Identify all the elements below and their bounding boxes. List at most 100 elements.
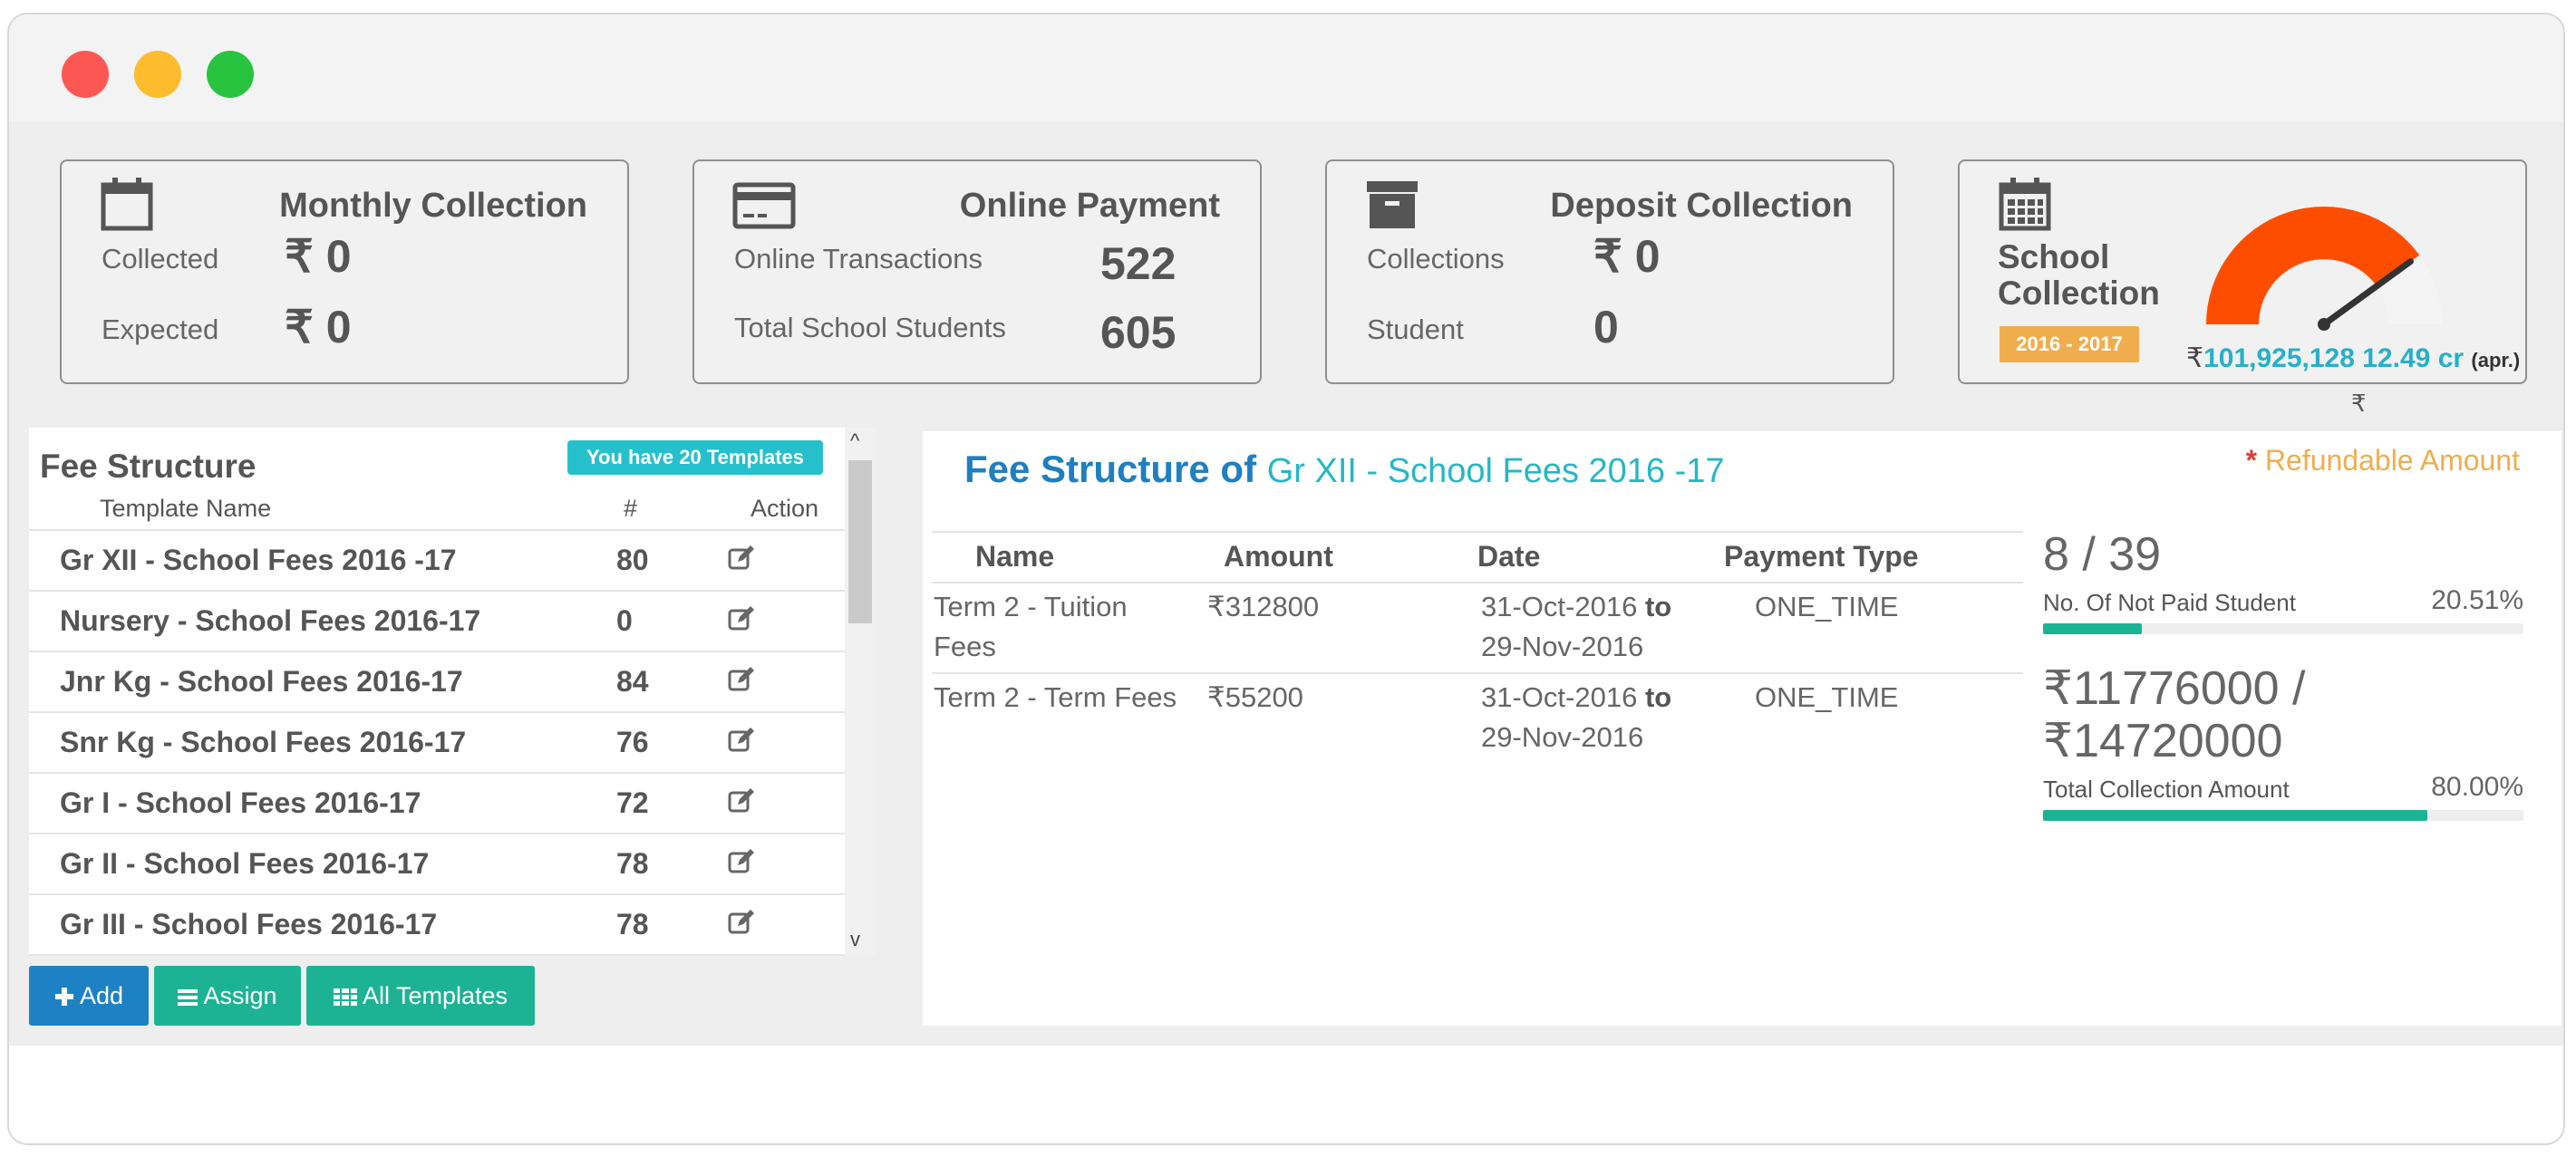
not-paid-progress bbox=[2043, 623, 2523, 634]
not-paid-percent: 20.51% bbox=[2431, 585, 2523, 615]
card-title: Online Payment bbox=[959, 187, 1220, 225]
not-paid-progress-fill bbox=[2043, 623, 2142, 634]
maximize-window-button[interactable] bbox=[207, 51, 254, 98]
minimize-window-button[interactable] bbox=[134, 51, 181, 98]
collection-progress bbox=[2043, 810, 2523, 821]
template-count: 78 bbox=[616, 908, 649, 940]
fees-table-header: Name Amount Date Payment Type bbox=[932, 531, 2023, 583]
add-button[interactable]: Add bbox=[29, 966, 149, 1026]
col-amount: Amount bbox=[1224, 540, 1333, 573]
template-name[interactable]: Gr III - School Fees 2016-17 bbox=[60, 908, 437, 941]
fee-structure-detail-panel: Fee Structure of Gr XII - School Fees 20… bbox=[923, 431, 2561, 1026]
templates-table-header: Template Name # Action bbox=[29, 491, 845, 531]
fee-structure-panel: Fee Structure You have 20 Templates Temp… bbox=[29, 428, 845, 956]
template-row[interactable]: Gr I - School Fees 2016-17 72 bbox=[29, 774, 845, 834]
year-badge: 2016 - 2017 bbox=[2000, 326, 2139, 362]
template-row[interactable]: Gr III - School Fees 2016-17 78 bbox=[29, 895, 845, 956]
edit-icon[interactable] bbox=[727, 847, 756, 876]
collections-value: ₹ 0 bbox=[1593, 231, 1661, 282]
collection-amount-line2: ₹14720000 bbox=[2043, 715, 2283, 767]
fee-date: 31-Oct-2016 to 29-Nov-2016 bbox=[1481, 591, 1672, 662]
fee-amount: ₹55200 bbox=[1207, 681, 1303, 713]
edit-icon[interactable] bbox=[727, 665, 756, 694]
online-payment-card: Online Payment Online Transactions 522 T… bbox=[692, 159, 1262, 384]
col-count: # bbox=[624, 495, 638, 522]
template-count: 80 bbox=[616, 544, 649, 576]
col-payment-type: Payment Type bbox=[1724, 540, 1919, 573]
collection-percent: 80.00% bbox=[2431, 772, 2523, 802]
all-templates-button[interactable]: All Templates bbox=[306, 966, 535, 1026]
col-action: Action bbox=[751, 495, 819, 522]
scroll-thumb[interactable] bbox=[848, 460, 872, 623]
collection-gauge bbox=[2206, 206, 2442, 331]
col-name: Name bbox=[975, 540, 1055, 573]
plus-icon bbox=[54, 988, 73, 1006]
fee-date: 31-Oct-2016 to 29-Nov-2016 bbox=[1481, 681, 1672, 753]
monthly-collection-card: Monthly Collection Collected ₹ 0 Expecte… bbox=[60, 159, 629, 384]
fee-amount: ₹312800 bbox=[1207, 591, 1320, 622]
fee-row: Term 2 - Tuition Fees ₹312800 31-Oct-201… bbox=[932, 583, 2023, 674]
school-collection-card: School Collection 2016 - 2017 ₹101,925,1… bbox=[1958, 159, 2527, 384]
template-row[interactable]: Snr Kg - School Fees 2016-17 76 bbox=[29, 713, 845, 774]
col-template-name: Template Name bbox=[100, 495, 272, 522]
fee-row: Term 2 - Term Fees ₹55200 31-Oct-2016 to… bbox=[932, 674, 2023, 765]
expected-label: Expected bbox=[102, 313, 219, 345]
template-row[interactable]: Jnr Kg - School Fees 2016-17 84 bbox=[29, 652, 845, 713]
fee-name: Term 2 - Term Fees bbox=[934, 681, 1177, 713]
credit-card-icon bbox=[732, 182, 796, 229]
template-count: 0 bbox=[616, 604, 633, 637]
close-window-button[interactable] bbox=[62, 51, 109, 98]
card-title: Monthly Collection bbox=[279, 187, 587, 225]
calendar-grid-icon bbox=[1999, 178, 2051, 231]
template-name[interactable]: Snr Kg - School Fees 2016-17 bbox=[60, 726, 466, 759]
template-row[interactable]: Gr XII - School Fees 2016 -17 80 bbox=[29, 531, 845, 592]
template-row[interactable]: Nursery - School Fees 2016-17 0 bbox=[29, 592, 845, 652]
school-collection-amount: ₹101,925,128 12.49 cr (apr.) bbox=[2186, 343, 2521, 373]
fee-name: Term 2 - Tuition Fees bbox=[934, 591, 1128, 662]
title-bar bbox=[9, 14, 2563, 121]
scroll-down-icon[interactable]: v bbox=[850, 928, 860, 951]
collection-progress-fill bbox=[2043, 810, 2427, 821]
collected-label: Collected bbox=[102, 243, 219, 275]
template-count: 72 bbox=[616, 786, 649, 819]
calendar-icon bbox=[101, 178, 153, 231]
expected-value: ₹ 0 bbox=[285, 302, 352, 352]
col-date: Date bbox=[1477, 540, 1541, 573]
online-transactions-label: Online Transactions bbox=[734, 243, 983, 275]
templates-scrollbar[interactable]: ^ v bbox=[845, 428, 876, 955]
deposit-collection-card: Deposit Collection Collections ₹ 0 Stude… bbox=[1325, 159, 1894, 384]
template-name[interactable]: Gr XII - School Fees 2016 -17 bbox=[60, 544, 457, 577]
fee-payment-type: ONE_TIME bbox=[1755, 681, 1899, 713]
scroll-up-icon[interactable]: ^ bbox=[850, 429, 859, 453]
template-count: 76 bbox=[616, 726, 649, 758]
template-name[interactable]: Jnr Kg - School Fees 2016-17 bbox=[60, 665, 463, 699]
total-students-value: 605 bbox=[1100, 307, 1177, 358]
collection-label: Total Collection Amount bbox=[2043, 776, 2290, 803]
collections-label: Collections bbox=[1367, 243, 1505, 275]
card-title: Deposit Collection bbox=[1550, 187, 1853, 225]
edit-icon[interactable] bbox=[727, 908, 756, 937]
edit-icon[interactable] bbox=[727, 544, 756, 573]
online-transactions-value: 522 bbox=[1100, 238, 1177, 289]
edit-icon[interactable] bbox=[727, 604, 756, 633]
refundable-legend: * Refundable Amount bbox=[2245, 444, 2520, 477]
not-paid-ratio: 8 / 39 bbox=[2043, 528, 2162, 581]
page-footer-area bbox=[9, 1046, 2563, 1143]
list-icon bbox=[178, 989, 199, 1006]
template-name[interactable]: Gr II - School Fees 2016-17 bbox=[60, 847, 429, 881]
rupee-symbol: ₹ bbox=[2351, 390, 2367, 417]
student-value: 0 bbox=[1593, 302, 1619, 352]
edit-icon[interactable] bbox=[727, 726, 756, 755]
template-row[interactable]: Gr II - School Fees 2016-17 78 bbox=[29, 834, 845, 895]
assign-button[interactable]: Assign bbox=[154, 966, 301, 1026]
templates-count-badge: You have 20 Templates bbox=[567, 440, 823, 475]
template-name[interactable]: Nursery - School Fees 2016-17 bbox=[60, 604, 480, 638]
edit-icon[interactable] bbox=[727, 786, 756, 815]
total-students-label: Total School Students bbox=[734, 312, 1006, 343]
template-name[interactable]: Gr I - School Fees 2016-17 bbox=[60, 786, 421, 820]
grid-icon bbox=[333, 988, 357, 1006]
collection-amount-line1: ₹11776000 / bbox=[2043, 662, 2306, 715]
fee-structure-title: Fee Structure bbox=[40, 448, 257, 485]
not-paid-label: No. Of Not Paid Student bbox=[2043, 589, 2296, 616]
card-title: School Collection bbox=[1998, 238, 2160, 312]
